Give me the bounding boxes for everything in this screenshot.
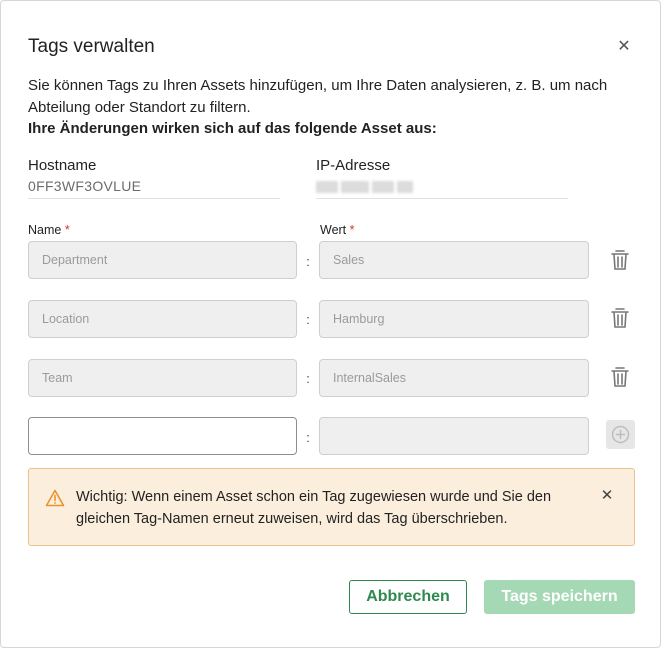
value-column-label: Wert * bbox=[320, 223, 355, 237]
plus-circle-icon bbox=[611, 425, 630, 444]
separator: : bbox=[306, 371, 310, 386]
tag-value-input[interactable]: InternalSales bbox=[319, 359, 589, 397]
value-label-text: Wert bbox=[320, 223, 347, 237]
warning-banner: Wichtig: Wenn einem Asset schon ein Tag … bbox=[28, 468, 635, 546]
hostname-label: Hostname bbox=[28, 157, 97, 174]
tag-name-input[interactable]: Department bbox=[28, 241, 297, 279]
separator: : bbox=[306, 430, 310, 445]
name-column-label: Name * bbox=[28, 223, 70, 237]
trash-icon[interactable] bbox=[609, 306, 631, 330]
trash-icon[interactable] bbox=[609, 365, 631, 389]
name-label-text: Name bbox=[28, 223, 62, 237]
hostname-value: 0FF3WF3OVLUE bbox=[28, 175, 280, 199]
cancel-button[interactable]: Abbrechen bbox=[349, 580, 467, 614]
tag-name-input[interactable]: Team bbox=[28, 359, 297, 397]
separator: : bbox=[306, 254, 310, 269]
required-mark: * bbox=[64, 223, 70, 237]
warning-icon bbox=[45, 489, 65, 507]
new-tag-name-input[interactable] bbox=[28, 417, 297, 455]
save-tags-button[interactable]: Tags speichern bbox=[484, 580, 635, 614]
required-mark: * bbox=[349, 223, 355, 237]
ip-address-label: IP-Adresse bbox=[316, 157, 391, 174]
new-tag-value-input[interactable] bbox=[319, 417, 589, 455]
tag-value-input[interactable]: Sales bbox=[319, 241, 589, 279]
intro-text-block: Sie können Tags zu Ihren Assets hinzufüg… bbox=[28, 75, 640, 140]
ip-address-value-redacted bbox=[316, 175, 568, 199]
intro-text: Sie können Tags zu Ihren Assets hinzufüg… bbox=[28, 77, 608, 116]
tag-name-input[interactable]: Location bbox=[28, 300, 297, 338]
tag-value-input[interactable]: Hamburg bbox=[319, 300, 589, 338]
close-icon[interactable]: ✕ bbox=[597, 486, 617, 506]
dialog-title: Tags verwalten bbox=[28, 36, 155, 57]
separator: : bbox=[306, 312, 310, 327]
intro-bold-text: Ihre Änderungen wirken sich auf das folg… bbox=[28, 120, 437, 137]
close-icon[interactable]: ✕ bbox=[613, 36, 635, 58]
trash-icon[interactable] bbox=[609, 248, 631, 272]
add-tag-button[interactable] bbox=[606, 420, 635, 449]
manage-tags-dialog: Tags verwalten ✕ Sie können Tags zu Ihre… bbox=[0, 0, 661, 648]
warning-text: Wichtig: Wenn einem Asset schon ein Tag … bbox=[76, 489, 552, 527]
